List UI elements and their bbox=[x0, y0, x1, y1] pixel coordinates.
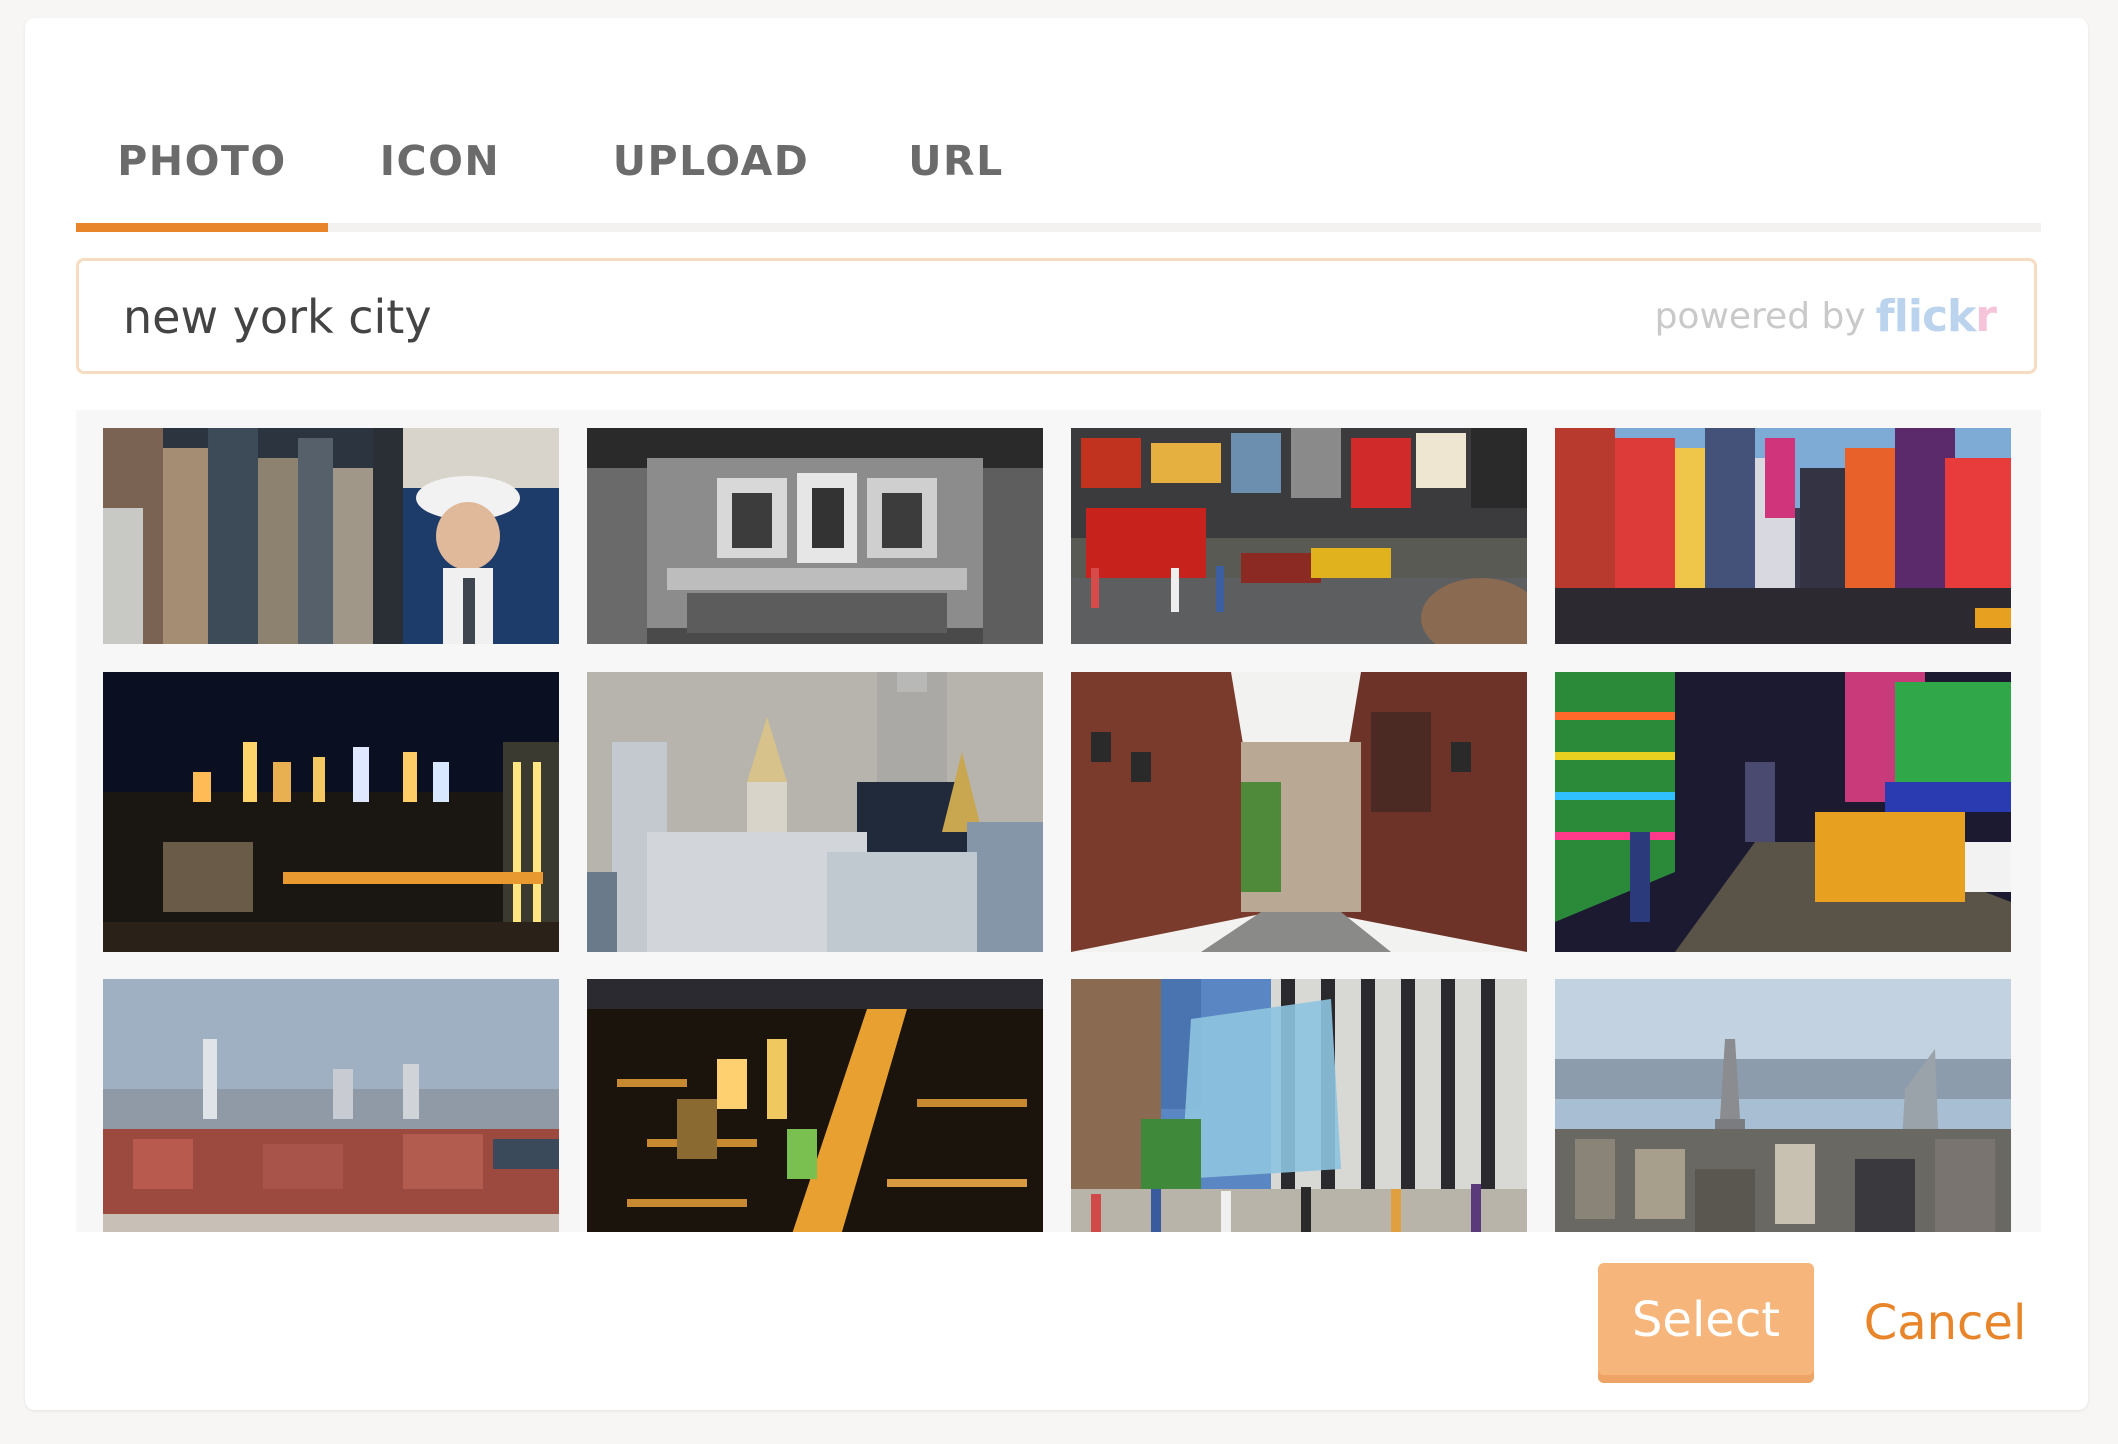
photo-results-grid bbox=[76, 410, 2041, 1232]
tab-upload[interactable]: UPLOAD bbox=[591, 98, 831, 223]
image-picker-dialog: PHOTO ICON UPLOAD URL powered by flickr bbox=[25, 18, 2088, 1410]
cancel-button[interactable]: Cancel bbox=[1855, 1263, 2035, 1383]
photo-result[interactable] bbox=[1071, 428, 1527, 644]
photo-result[interactable] bbox=[1555, 428, 2011, 644]
photo-result[interactable] bbox=[587, 672, 1043, 952]
powered-by-label: powered by bbox=[1654, 295, 1866, 337]
select-button[interactable]: Select bbox=[1598, 1263, 1814, 1383]
tab-url[interactable]: URL bbox=[876, 98, 1036, 223]
photo-result[interactable] bbox=[587, 428, 1043, 644]
tab-photo[interactable]: PHOTO bbox=[76, 98, 328, 232]
tab-bar: PHOTO ICON UPLOAD URL bbox=[76, 98, 2041, 232]
tab-icon[interactable]: ICON bbox=[340, 98, 540, 223]
search-box: powered by flickr bbox=[76, 258, 2037, 374]
photo-result[interactable] bbox=[103, 979, 559, 1232]
photo-result[interactable] bbox=[587, 979, 1043, 1232]
photo-result[interactable] bbox=[1555, 979, 2011, 1232]
photo-result[interactable] bbox=[1071, 979, 1527, 1232]
photo-result[interactable] bbox=[1071, 672, 1527, 952]
photo-result[interactable] bbox=[103, 672, 559, 952]
photo-result[interactable] bbox=[1555, 672, 2011, 952]
photo-result[interactable] bbox=[103, 428, 559, 644]
search-input[interactable] bbox=[121, 261, 1525, 373]
powered-by-flickr: powered by flickr bbox=[1654, 261, 1997, 371]
flickr-logo: flickr bbox=[1875, 290, 1997, 342]
